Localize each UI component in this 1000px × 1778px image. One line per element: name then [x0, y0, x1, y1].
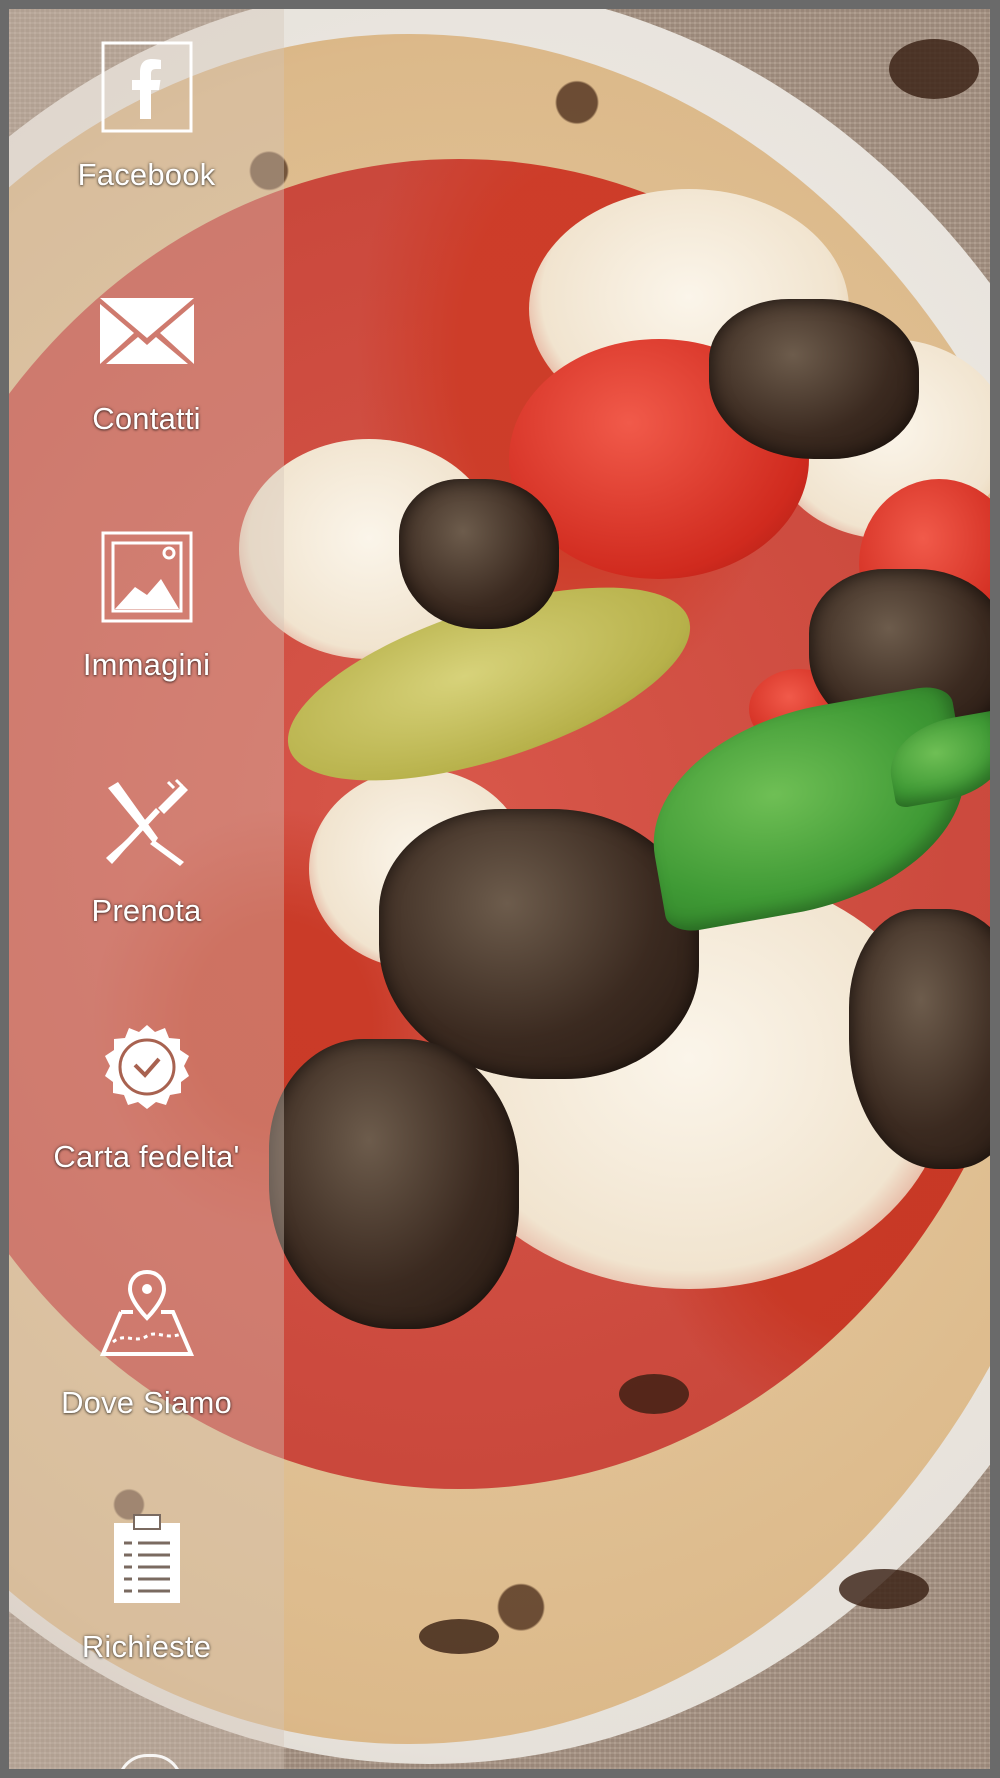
eggplant-slice — [379, 809, 699, 1079]
menu-item-label: Contatti — [92, 401, 201, 436]
menu-item-dove-siamo[interactable]: Dove Siamo — [9, 1265, 284, 1465]
menu-item-label: Immagini — [82, 647, 211, 682]
crust-char — [889, 39, 979, 99]
menu-item-label: Carta fedelta' — [53, 1139, 240, 1174]
crust-char — [619, 1374, 689, 1414]
eggplant-slice — [709, 299, 919, 459]
eggplant-slice — [399, 479, 559, 629]
menu-item-label: Dove Siamo — [61, 1385, 232, 1420]
image-icon — [97, 527, 197, 627]
menu-item-richieste[interactable]: Richieste — [9, 1509, 284, 1709]
facebook-icon — [97, 37, 197, 137]
menu-item-facebook[interactable]: Facebook — [9, 37, 284, 237]
menu-item-label: Facebook — [77, 157, 216, 192]
envelope-icon — [97, 281, 197, 381]
loyalty-badge-icon — [97, 1019, 197, 1119]
clipboard-icon — [97, 1509, 197, 1609]
menu-item-label: Richieste — [81, 1629, 212, 1664]
menu-item-label: Prenota — [91, 893, 202, 928]
app-screen: Facebook Contatti Immagini Prenota Carta… — [0, 0, 1000, 1778]
eggplant-slice — [269, 1039, 519, 1329]
menu-item-immagini[interactable]: Immagini — [9, 527, 284, 727]
cutlery-icon — [97, 773, 197, 873]
side-menu: Facebook Contatti Immagini Prenota Carta… — [9, 9, 284, 1769]
map-pin-icon — [97, 1265, 197, 1365]
next-menu-item-icon[interactable] — [117, 1754, 183, 1769]
crust-char — [839, 1569, 929, 1609]
menu-item-carta-fedelta[interactable]: Carta fedelta' — [9, 1019, 284, 1219]
menu-item-prenota[interactable]: Prenota — [9, 773, 284, 973]
menu-item-contatti[interactable]: Contatti — [9, 281, 284, 481]
crust-char — [419, 1619, 499, 1654]
